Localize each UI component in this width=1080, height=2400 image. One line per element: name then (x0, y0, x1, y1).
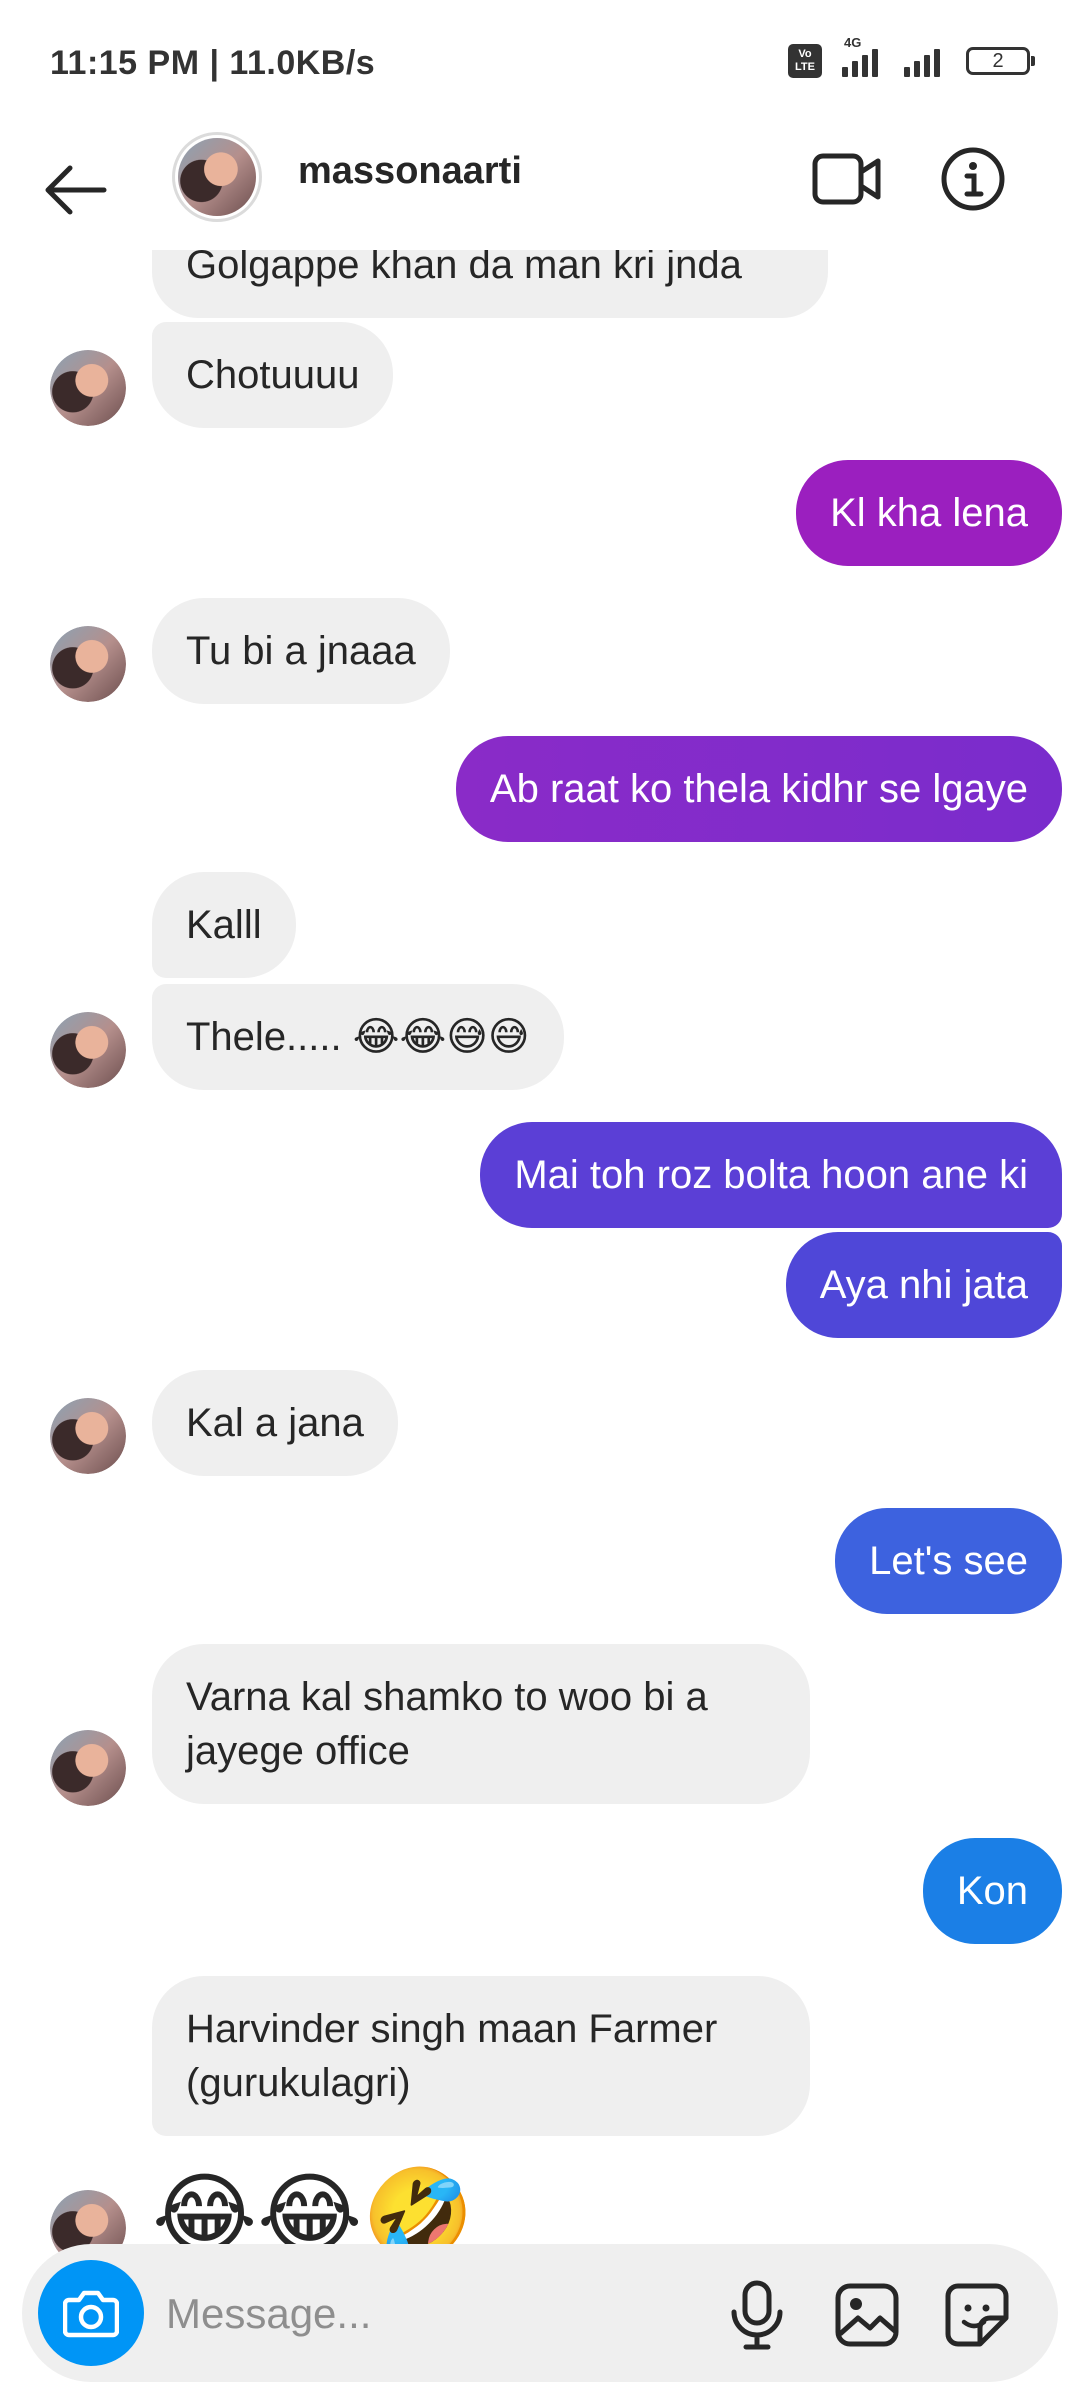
battery-icon: 2 (966, 47, 1035, 75)
message-sent[interactable]: Ab raat ko thela kidhr se lgaye (455, 736, 1062, 842)
gallery-icon[interactable] (834, 2282, 900, 2348)
sender-avatar[interactable] (50, 626, 126, 702)
message-received[interactable]: Tu bi a jnaaa (152, 598, 450, 704)
sender-avatar[interactable] (50, 1012, 126, 1088)
network-type: 4G (844, 35, 862, 50)
message-sent[interactable]: Let's see (835, 1508, 1062, 1614)
sender-avatar[interactable] (50, 350, 126, 426)
message-input[interactable] (164, 2278, 688, 2350)
message-received[interactable]: Chotuuuu (152, 322, 394, 428)
sender-avatar[interactable] (50, 1730, 126, 1806)
camera-icon (63, 2290, 119, 2338)
chat-screen: Golgappe khan da man kri jnda Chotuuuu K… (0, 0, 1080, 2400)
message-sent[interactable]: Kl kha lena (796, 460, 1062, 566)
microphone-icon[interactable] (724, 2280, 790, 2350)
chat-username[interactable]: massonaarti (298, 150, 522, 193)
message-sent[interactable]: Kon (922, 1838, 1062, 1944)
status-bar: 11:15 PM | 11.0KB/s Vo LTE 4G 2 (0, 0, 1080, 130)
chat-header: massonaarti (0, 130, 1080, 250)
info-icon[interactable] (940, 146, 1006, 212)
message-received[interactable]: Varna kal shamko to woo bi a jayege offi… (152, 1644, 810, 1804)
message-sent[interactable]: Aya nhi jata (785, 1232, 1062, 1338)
battery-level: 2 (992, 50, 1004, 72)
camera-button[interactable] (38, 2260, 144, 2366)
signal-strength-icon (904, 45, 940, 77)
sticker-icon[interactable] (944, 2282, 1010, 2348)
video-camera-icon[interactable] (812, 148, 882, 210)
profile-avatar[interactable] (172, 132, 262, 222)
message-received[interactable]: Harvinder singh maan Farmer (gurukulagri… (152, 1976, 810, 2136)
message-received[interactable]: Thele..... 😂😂😅😅 (152, 984, 564, 1090)
message-received[interactable]: Kal a jana (152, 1370, 398, 1476)
message-sent[interactable]: Mai toh roz bolta hoon ane ki (480, 1122, 1062, 1228)
message-received[interactable]: Kalll (152, 872, 296, 978)
message-thread[interactable]: Golgappe khan da man kri jnda Chotuuuu K… (0, 0, 1080, 2400)
status-time: 11:15 PM | 11.0KB/s (50, 44, 376, 82)
status-icons: Vo LTE 4G 2 (788, 35, 1035, 78)
signal-strength-icon: 4G (842, 35, 878, 77)
sender-avatar[interactable] (50, 1398, 126, 1474)
arrow-left-icon[interactable] (40, 160, 110, 220)
volte-icon: Vo LTE (788, 44, 822, 78)
message-composer (22, 2244, 1058, 2382)
